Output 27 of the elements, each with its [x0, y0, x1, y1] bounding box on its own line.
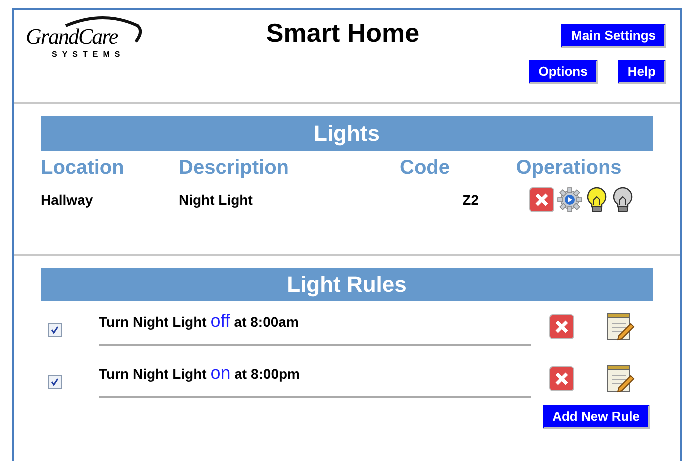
- table-cell-text: Hallway: [41, 190, 94, 210]
- column-header: Location: [41, 156, 126, 180]
- edit-note-icon[interactable]: [605, 312, 635, 342]
- options-button[interactable]: Options: [528, 60, 598, 84]
- light-bulb-icon[interactable]: [585, 186, 609, 214]
- logo: GrandCare SYSTEMS: [26, 18, 146, 102]
- column-header: Description: [179, 156, 290, 180]
- table-cell-text: Z2: [462, 190, 480, 210]
- column-header: Operations: [515, 156, 623, 180]
- checkbox[interactable]: [48, 375, 62, 389]
- rule-text: Turn Night Light on at 8:00pm: [99, 362, 300, 385]
- section-header: Light Rules: [41, 268, 653, 301]
- delete-icon[interactable]: [529, 187, 555, 213]
- section-header: Lights: [41, 116, 653, 151]
- checkbox[interactable]: [48, 323, 62, 337]
- light-bulb-icon[interactable]: [611, 186, 635, 214]
- help-button[interactable]: Help: [618, 60, 666, 84]
- rule-text: Turn Night Light off at 8:00am: [99, 310, 299, 333]
- gear-icon[interactable]: [557, 187, 583, 213]
- edit-note-icon[interactable]: [605, 364, 635, 394]
- table-cell-text: Night Light: [179, 190, 254, 210]
- page-title: Smart Home: [266, 18, 420, 48]
- add-new-rule-button[interactable]: Add New Rule: [542, 405, 650, 429]
- delete-icon[interactable]: [549, 314, 575, 340]
- delete-icon[interactable]: [549, 366, 575, 392]
- main-settings-button[interactable]: Main Settings: [561, 24, 666, 48]
- column-header: Code: [399, 156, 451, 180]
